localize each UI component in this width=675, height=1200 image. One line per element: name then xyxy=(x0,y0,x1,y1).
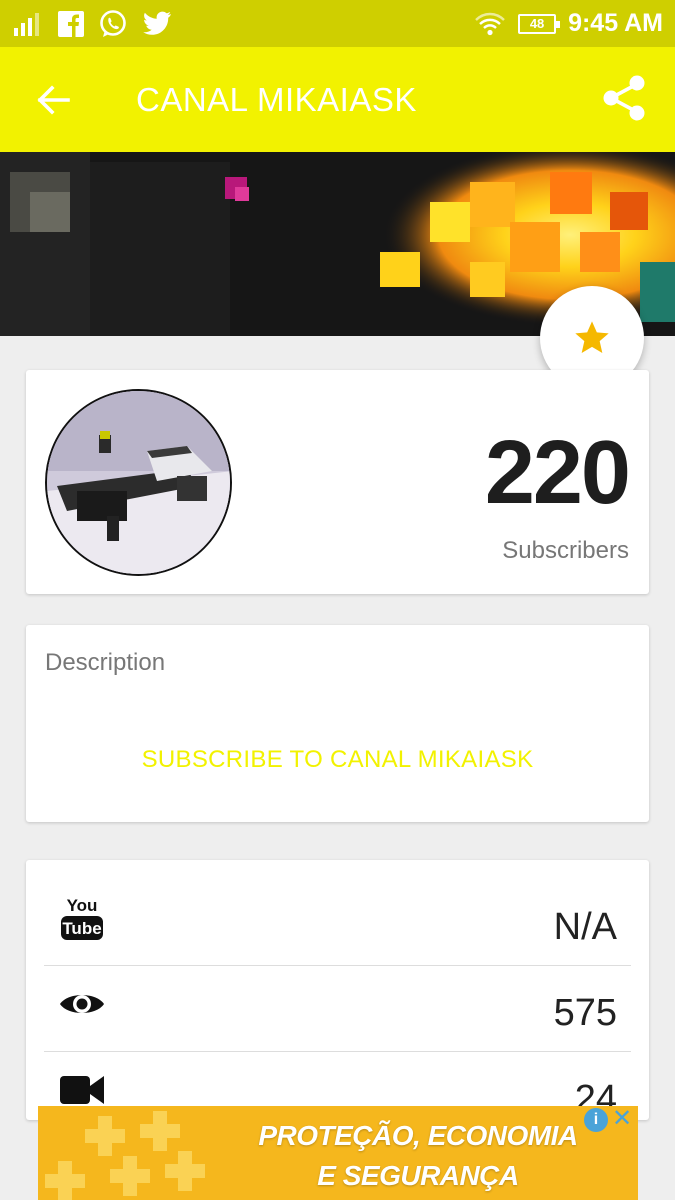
stat-row-views: 575 xyxy=(44,966,631,1052)
ad-line-1: PROTEÇÃO, ECONOMIA xyxy=(258,1120,578,1151)
status-bar-left xyxy=(14,9,172,39)
subscriber-label: Subscribers xyxy=(502,537,629,564)
stats-card: You Tube N/A 575 24 xyxy=(26,860,649,1120)
ad-close-icon[interactable]: ✕ xyxy=(610,1106,634,1132)
ad-info-icon[interactable]: i xyxy=(584,1108,608,1132)
youtube-icon: You Tube xyxy=(61,896,103,940)
app-bar: CANAL MIKAIASK xyxy=(0,47,675,152)
avatar xyxy=(45,389,232,576)
subscriber-count: 220 xyxy=(484,423,631,523)
ad-banner[interactable]: PROTEÇÃO, ECONOMIA E SEGURANÇA i ✕ xyxy=(38,1106,638,1200)
stat-value: 575 xyxy=(553,992,617,1034)
share-icon xyxy=(603,75,645,121)
battery-icon: 48 xyxy=(518,13,561,34)
wifi-icon xyxy=(475,12,505,35)
ad-line-2: E SEGURANÇA xyxy=(317,1160,519,1191)
whatsapp-icon xyxy=(100,10,126,37)
channel-card: 220 Subscribers xyxy=(26,370,649,594)
eye-icon xyxy=(60,995,104,1013)
arrow-back-icon xyxy=(37,85,70,115)
status-bar: 48 9:45 AM xyxy=(0,0,675,47)
description-label: Description xyxy=(45,649,166,676)
description-card: Description SUBSCRIBE TO CANAL MIKAIASK xyxy=(26,625,649,822)
ad-headline: PROTEÇÃO, ECONOMIA E SEGURANÇA xyxy=(208,1116,628,1196)
page-title: CANAL MIKAIASK xyxy=(136,81,417,118)
signal-icon xyxy=(14,13,39,36)
twitter-icon xyxy=(143,11,171,35)
share-button[interactable] xyxy=(599,73,649,123)
status-bar-right: 48 9:45 AM xyxy=(474,9,663,38)
svg-text:You: You xyxy=(67,896,98,915)
svg-text:Tube: Tube xyxy=(62,919,101,938)
stat-value: N/A xyxy=(553,906,617,948)
stat-row-youtube: You Tube N/A xyxy=(44,880,631,966)
star-icon xyxy=(575,321,609,353)
back-button[interactable] xyxy=(30,77,76,123)
clock: 9:45 AM xyxy=(568,9,663,37)
facebook-icon xyxy=(58,11,84,37)
subscribe-link[interactable]: SUBSCRIBE TO CANAL MIKAIASK xyxy=(26,746,649,774)
